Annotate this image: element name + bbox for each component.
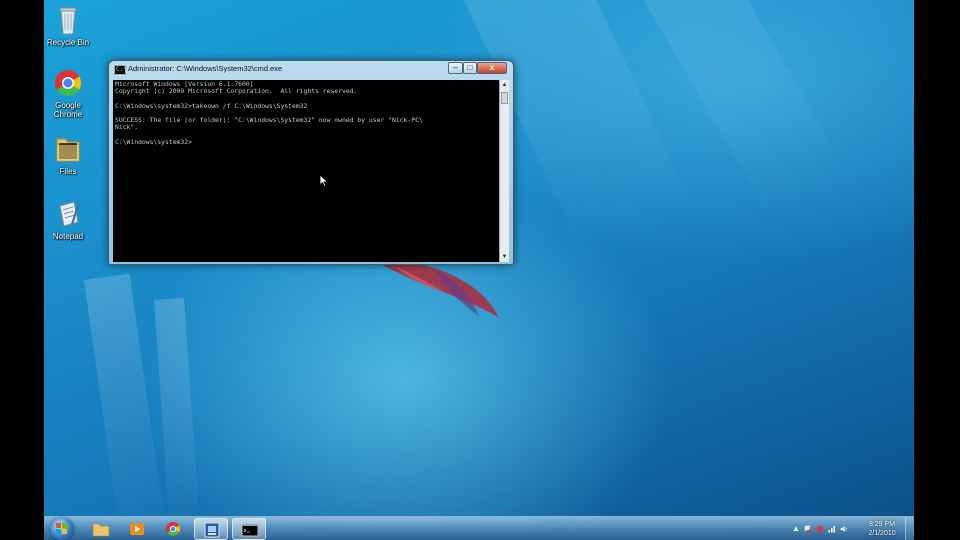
folder-icon	[92, 523, 110, 537]
windows-flag-icon	[56, 529, 61, 534]
media-player-icon	[130, 523, 144, 535]
desktop-icon-files[interactable]: Files	[44, 133, 96, 176]
recycle-bin-icon	[52, 4, 84, 36]
desktop-icon-recycle-bin[interactable]: Recycle Bin	[44, 4, 96, 47]
maximize-button[interactable]: □	[463, 62, 477, 74]
taskbar-explorer[interactable]	[84, 518, 118, 540]
console-area[interactable]: Microsoft Windows [Version 6.1.7600] Cop…	[113, 80, 499, 262]
cmd-window[interactable]: C:\ Administrator: C:\Windows\System32\c…	[108, 60, 514, 265]
desktop-icon-notepad[interactable]: Notepad	[44, 198, 96, 241]
wallpaper-fish	[379, 261, 499, 318]
minimize-button[interactable]: –	[448, 62, 463, 74]
scroll-thumb[interactable]	[501, 92, 508, 104]
taskbar-chrome[interactable]	[156, 518, 190, 540]
clock-time: 8:29 PM	[868, 521, 896, 528]
windows-flag-icon	[62, 529, 67, 534]
clock-date: 2/1/2010	[868, 530, 896, 537]
cmd-icon: C:\	[114, 65, 127, 75]
windows-flag-icon	[62, 523, 67, 528]
chrome-icon	[52, 67, 84, 99]
volume-icon[interactable]	[840, 525, 848, 533]
mouse-cursor-icon	[320, 175, 328, 187]
taskbar-cmd[interactable]	[232, 518, 266, 540]
notepad-icon	[52, 198, 84, 230]
scroll-up-arrow-icon[interactable]: ▲	[500, 80, 509, 90]
chrome-icon	[166, 522, 180, 536]
taskbar-control-panel[interactable]	[194, 518, 228, 540]
console-output: Microsoft Windows [Version 6.1.7600] Cop…	[115, 80, 423, 146]
start-button[interactable]	[50, 518, 74, 540]
show-hidden-icons-icon[interactable]: ▲	[792, 525, 800, 533]
taskbar-media-player[interactable]	[120, 518, 154, 540]
control-panel-icon	[204, 522, 220, 538]
vertical-scrollbar[interactable]: ▲ ▼	[499, 80, 509, 262]
show-desktop-button[interactable]	[905, 517, 914, 540]
taskbar: ▲ 8:29 PM 2/1/2010	[44, 516, 914, 540]
wallpaper-ray	[84, 273, 166, 538]
security-shield-icon[interactable]	[816, 525, 824, 533]
folder-icon	[52, 133, 84, 165]
action-center-flag-icon[interactable]	[804, 525, 812, 533]
scroll-down-arrow-icon[interactable]: ▼	[500, 252, 509, 262]
desktop-icon-google-chrome[interactable]: Google Chrome	[44, 67, 96, 119]
windows-flag-icon	[56, 523, 61, 528]
close-button[interactable]: x	[477, 62, 507, 74]
cmd-icon	[241, 523, 259, 537]
clock[interactable]: 8:29 PM 2/1/2010	[857, 520, 907, 538]
desktop: Recycle Bin Google Chrome Files Notepad …	[44, 0, 914, 540]
cmd-titlebar[interactable]: C:\ Administrator: C:\Windows\System32\c…	[109, 61, 513, 78]
window-title: Administrator: C:\Windows\System32\cmd.e…	[128, 64, 283, 73]
network-icon[interactable]	[828, 525, 836, 533]
